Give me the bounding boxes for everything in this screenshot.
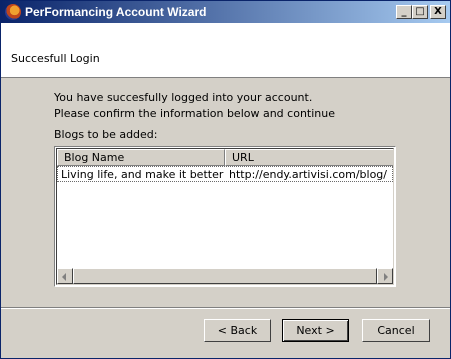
success-message: You have succesfully logged into your ac… bbox=[54, 91, 313, 104]
title-bar[interactable]: PerFormancing Account Wizard _ □ X bbox=[1, 1, 450, 23]
cancel-button[interactable]: Cancel bbox=[362, 319, 430, 342]
wizard-window: PerFormancing Account Wizard _ □ X Succe… bbox=[0, 0, 451, 359]
page-title: Succesfull Login bbox=[11, 52, 100, 65]
arrow-right-icon bbox=[384, 273, 388, 281]
maximize-button[interactable]: □ bbox=[412, 5, 428, 19]
footer-divider bbox=[1, 307, 450, 309]
window-title: PerFormancing Account Wizard bbox=[25, 5, 207, 19]
scroll-thumb[interactable] bbox=[73, 268, 377, 284]
horizontal-scrollbar[interactable] bbox=[57, 268, 393, 284]
back-button[interactable]: < Back bbox=[204, 319, 271, 342]
scroll-right-button[interactable] bbox=[377, 268, 393, 284]
arrow-left-icon bbox=[62, 273, 66, 281]
list-label: Blogs to be added: bbox=[54, 128, 158, 141]
column-header-blog-name[interactable]: Blog Name bbox=[57, 149, 225, 166]
table-row[interactable]: Living life, and make it better http://e… bbox=[57, 166, 393, 182]
column-header-url[interactable]: URL bbox=[225, 149, 393, 166]
blog-list[interactable]: Blog Name URL Living life, and make it b… bbox=[54, 146, 396, 287]
close-button[interactable]: X bbox=[430, 5, 446, 19]
blog-url-cell: http://endy.artivisi.com/blog/ bbox=[229, 168, 387, 181]
wizard-header: Succesfull Login bbox=[1, 23, 450, 78]
next-button[interactable]: Next > bbox=[282, 319, 349, 342]
firefox-icon bbox=[5, 4, 21, 20]
minimize-button[interactable]: _ bbox=[396, 5, 412, 19]
confirm-message: Please confirm the information below and… bbox=[54, 107, 335, 120]
scroll-left-button[interactable] bbox=[57, 268, 73, 284]
blog-name-cell: Living life, and make it better bbox=[61, 168, 224, 181]
